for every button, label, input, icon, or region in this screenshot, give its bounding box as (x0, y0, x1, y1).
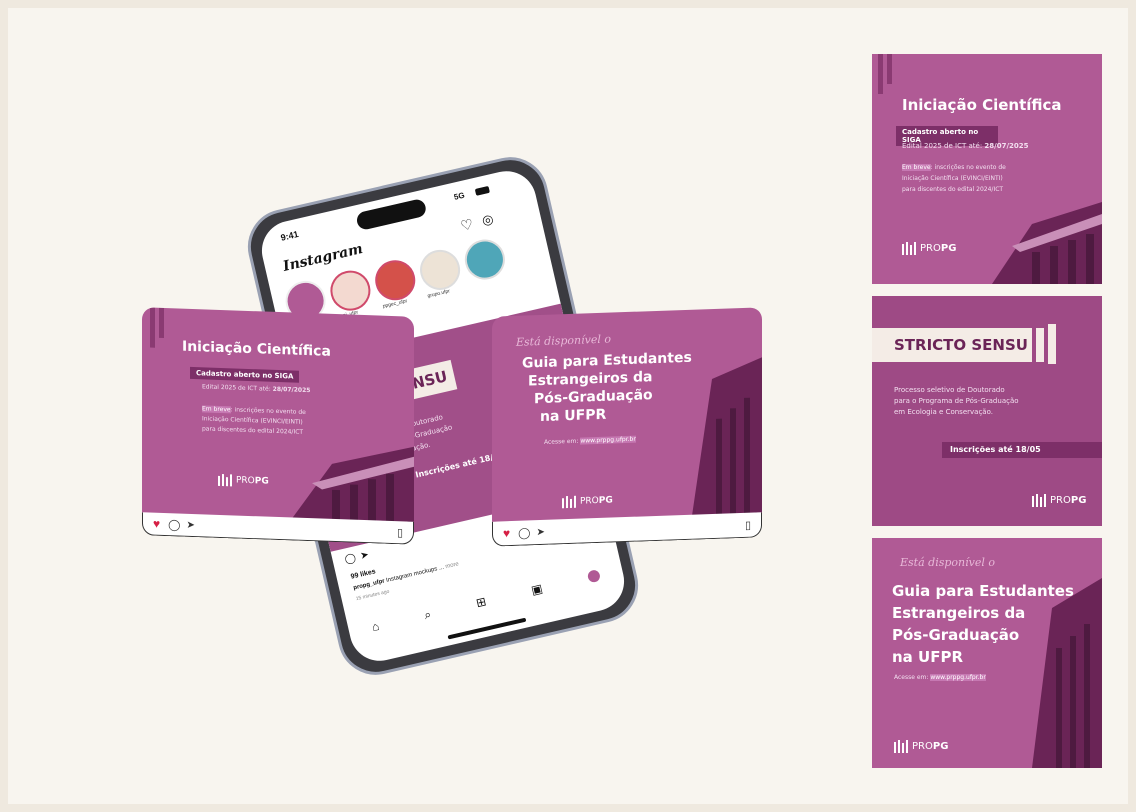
logo-pro: PRO (236, 475, 255, 487)
card-guia-line-3: Pós-Graduação (892, 626, 1020, 644)
story-avatar[interactable] (326, 266, 375, 315)
ic-desc-3: para discentes do edital 2024/ICT (202, 425, 304, 436)
caption-more[interactable]: more (445, 561, 460, 570)
guia-line-2: Estrangeiros da (528, 369, 653, 390)
ss-inscricoes: Inscrições até 18/05 (950, 445, 1041, 454)
card-guia-script: Está disponível o (900, 556, 995, 569)
battery-icon (474, 185, 490, 196)
guia-access: Acesse em: www.prppg.ufpr.br (544, 435, 636, 446)
story-avatar[interactable] (460, 235, 509, 284)
ss-title: STRICTO SENSU (894, 336, 1028, 354)
time-ago: 15 minutes ago (355, 588, 390, 603)
bottom-nav: ⌂ ⌕ ⊞ ▣ (346, 555, 626, 647)
propg-logo: PRO PG (1032, 494, 1086, 507)
ss-desc-1: Processo seletivo de Doutorado (894, 386, 1005, 394)
share-icon[interactable]: ➤ (359, 549, 370, 562)
card-guia-line-4: na UFPR (892, 648, 963, 666)
floating-post-guia[interactable]: Está disponível o Guia para Estudantes E… (492, 307, 762, 547)
comment-icon[interactable]: ◯ (344, 552, 357, 565)
share-icon[interactable]: ➤ (536, 526, 544, 537)
story-label: ppgec_ufpr (382, 298, 408, 310)
card-ic-desc-2: Iniciação Científica (EVINCI/EINTI) (902, 175, 1003, 182)
share-icon[interactable]: ➤ (186, 519, 194, 530)
logo-bars-icon (902, 242, 916, 255)
heart-icon[interactable]: ♥ (153, 517, 160, 531)
home-icon[interactable]: ⌂ (370, 619, 380, 634)
propg-logo: PRO PG (902, 242, 956, 255)
logo-bars-icon (894, 740, 908, 753)
search-icon[interactable]: ⌕ (423, 606, 433, 622)
card-guia[interactable]: Está disponível o Guia para Estudantes E… (872, 538, 1102, 768)
building-illustration (992, 202, 1102, 284)
card-ic-desc-1: Em breve: inscrições no evento de (902, 164, 1006, 171)
guia-line-3: Pós-Graduação (534, 387, 653, 408)
story-avatar[interactable] (416, 245, 465, 294)
likes-count: 99 likes (350, 568, 377, 581)
story-avatar[interactable] (371, 256, 420, 305)
propg-logo: PRO PG (218, 474, 269, 488)
bookmark-icon[interactable]: ▯ (397, 526, 403, 539)
messenger-icon[interactable]: ◎ (480, 211, 495, 229)
propg-logo: PRO PG (562, 494, 613, 509)
story-label: grupo.ufpr (427, 288, 451, 300)
floating-post-ic[interactable]: Iniciação Científica Cadastro aberto no … (142, 307, 414, 545)
logo-bars-icon (1032, 494, 1046, 507)
ss-desc-2: para o Programa de Pós-Graduação (894, 397, 1019, 405)
building-illustration (1032, 578, 1102, 768)
status-time: 9:41 (279, 229, 300, 243)
logo-pg: PG (254, 476, 269, 487)
logo-pg: PG (940, 243, 957, 254)
building-illustration (292, 446, 414, 523)
logo-bars-icon (218, 474, 232, 487)
ic-stripes (878, 54, 892, 94)
ic-edital: Edital 2025 de ICT até: 28/07/2025 (202, 383, 311, 395)
card-stricto-sensu[interactable]: STRICTO SENSU Processo seletivo de Douto… (872, 296, 1102, 526)
logo-pg: PG (598, 495, 613, 506)
comment-icon[interactable]: ◯ (168, 518, 180, 531)
ic-stripes (150, 307, 164, 348)
ss-desc-3: em Ecologia e Conservação. (894, 408, 993, 416)
logo-pro: PRO (912, 741, 933, 752)
heart-icon[interactable]: ♥ (503, 526, 510, 540)
logo-pg: PG (1070, 495, 1087, 506)
status-network: 5G (453, 190, 466, 202)
logo-pg: PG (932, 741, 949, 752)
ic-post-card: Iniciação Científica Cadastro aberto no … (142, 307, 414, 523)
logo-pro: PRO (580, 495, 599, 507)
logo-bars-icon (562, 495, 576, 509)
bookmark-icon[interactable]: ▯ (745, 518, 751, 531)
heart-outline-icon[interactable]: ♡ (459, 216, 475, 235)
card-guia-access: Acesse em: www.prppg.ufpr.br (894, 674, 986, 681)
card-iniciacao-cientifica[interactable]: Iniciação Científica Cadastro aberto no … (872, 54, 1102, 284)
reels-icon[interactable]: ▣ (530, 581, 544, 597)
card-ic-title: Iniciação Científica (902, 96, 1062, 114)
ic-band: Cadastro aberto no SIGA (190, 366, 300, 383)
add-icon[interactable]: ⊞ (475, 594, 488, 610)
ic-title: Iniciação Científica (182, 338, 331, 360)
mockup-canvas: 9:41 5G Instagram ♡ ◎ propg_ufpr sepi_uf… (8, 8, 1128, 804)
ss-bar-2 (1048, 324, 1056, 364)
card-ic-desc-3: para discentes do edital 2024/ICT (902, 186, 1004, 193)
building-illustration (692, 357, 762, 516)
dynamic-island (355, 197, 428, 232)
propg-logo: PRO PG (894, 740, 948, 753)
guia-line-4: na UFPR (540, 406, 607, 426)
guia-line-1: Guia para Estudantes (522, 349, 692, 372)
guia-script: Está disponível o (516, 332, 611, 349)
logo-pro: PRO (920, 243, 941, 254)
guia-post-card: Está disponível o Guia para Estudantes E… (492, 307, 762, 523)
card-guia-line-2: Estrangeiros da (892, 604, 1026, 622)
comment-icon[interactable]: ◯ (518, 526, 530, 539)
caption-text: Instagram mockups ... (385, 564, 445, 584)
logo-pro: PRO (1050, 495, 1071, 506)
profile-avatar[interactable] (586, 569, 601, 584)
card-ic-edital: Edital 2025 de ICT até: 28/07/2025 (902, 142, 1029, 150)
ss-bar-1 (1036, 328, 1044, 362)
